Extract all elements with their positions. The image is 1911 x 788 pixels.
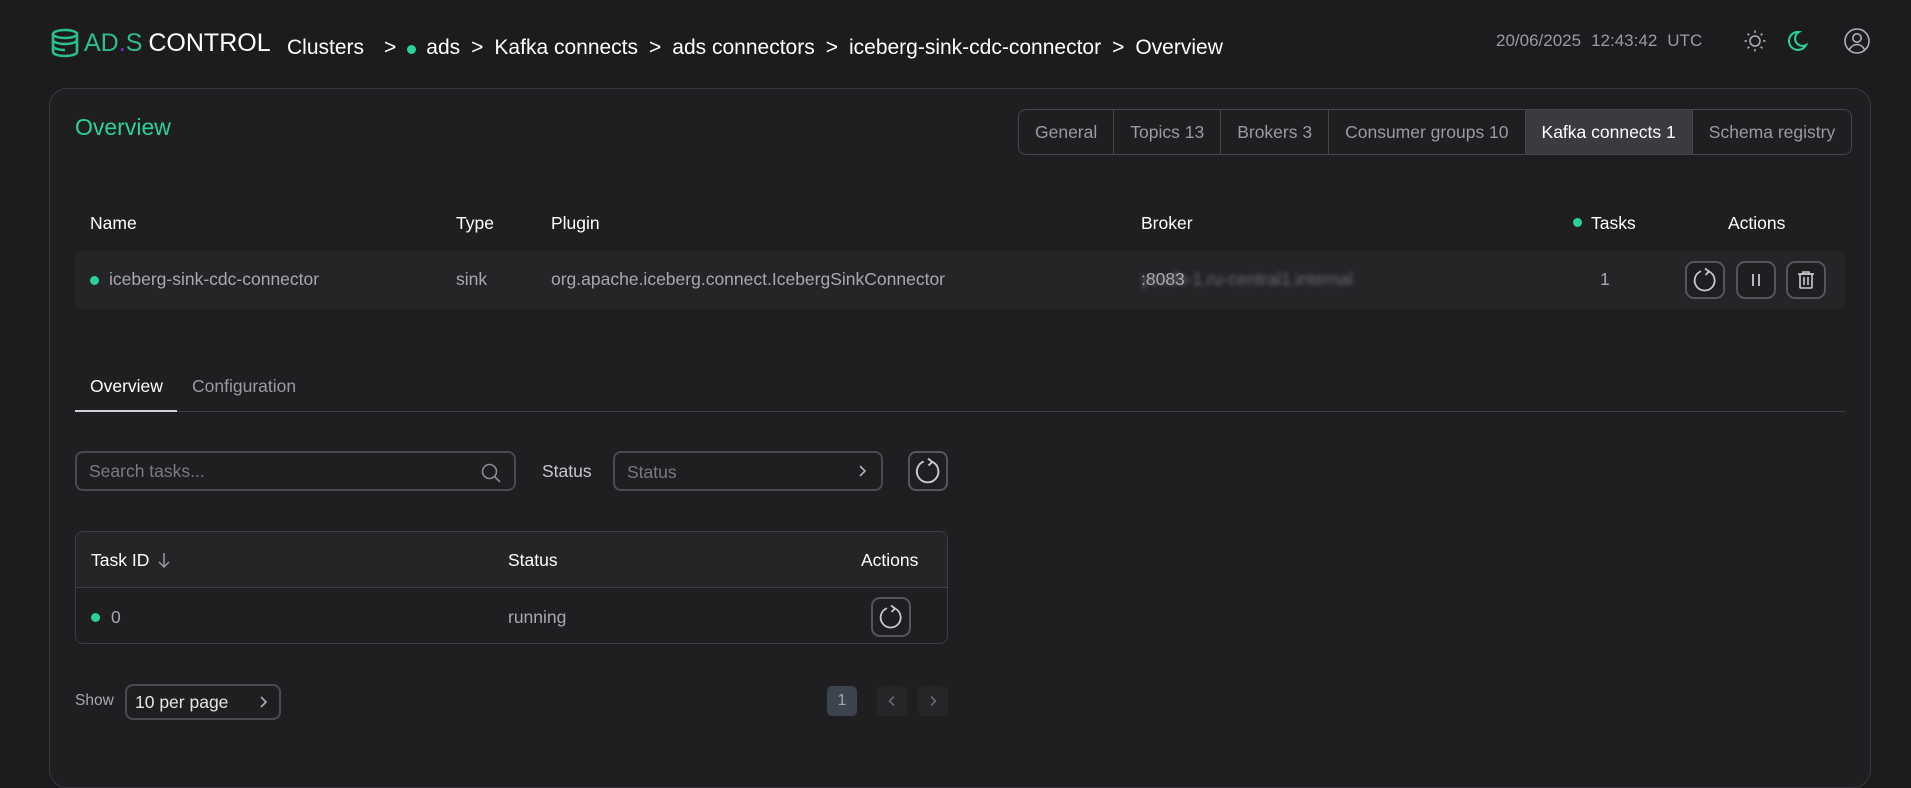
date-text: 20/06/2025 xyxy=(1496,31,1582,50)
tab-brokers[interactable]: Brokers 3 xyxy=(1221,110,1330,154)
restart-task-button[interactable] xyxy=(871,597,911,637)
top-bar: AD.S CONTROL Clusters > ads > Kafka conne… xyxy=(0,0,1911,88)
connector-tasks-count: 1 xyxy=(1600,269,1610,289)
active-subtab-indicator xyxy=(75,410,177,412)
status-select-placeholder: Status xyxy=(627,462,677,482)
column-header-actions: Actions xyxy=(861,550,919,570)
breadcrumb: Clusters > ads > Kafka connects > ads co… xyxy=(287,34,1223,62)
column-header-status: Status xyxy=(508,550,558,570)
cluster-sections-tabs: General Topics 13 Brokers 3 Consumer gro… xyxy=(1018,109,1853,155)
status-filter-label: Status xyxy=(542,461,592,481)
restart-icon xyxy=(879,604,902,629)
chevron-left-icon xyxy=(888,695,895,707)
breadcrumb-separator: > xyxy=(471,36,484,59)
chevron-right-icon xyxy=(859,465,867,477)
logo-ad: AD xyxy=(84,28,119,57)
theme-switcher xyxy=(1742,28,1810,54)
tasks-table-header: Task ID Status Actions xyxy=(76,532,947,588)
breadcrumb-separator: > xyxy=(825,36,838,59)
refresh-tasks-button[interactable] xyxy=(908,451,948,491)
sort-descending-icon[interactable] xyxy=(157,551,171,569)
trash-icon xyxy=(1798,271,1814,289)
status-filter-select[interactable]: Status xyxy=(613,451,883,491)
next-page-button[interactable] xyxy=(918,686,948,716)
breadcrumb-separator: > xyxy=(384,36,397,59)
task-status-dot xyxy=(91,613,100,622)
database-logo-icon xyxy=(51,28,79,58)
breadcrumb-kafka-connects[interactable]: Kafka connects xyxy=(494,36,638,60)
column-header-type: Type xyxy=(456,213,494,233)
sun-icon[interactable] xyxy=(1742,28,1768,54)
refresh-icon xyxy=(915,457,940,484)
breadcrumb-separator: > xyxy=(1112,36,1125,59)
column-header-plugin: Plugin xyxy=(551,213,600,233)
subtab-overview[interactable]: Overview xyxy=(90,376,163,397)
connector-row[interactable]: iceberg-sink-cdc-connector sink org.apac… xyxy=(75,251,1845,309)
connector-table-header: Name Type Plugin Broker Tasks Actions xyxy=(75,210,1845,234)
logo-text: AD.S CONTROL xyxy=(84,29,271,58)
tasks-status-dot xyxy=(1573,218,1582,227)
column-header-broker: Broker xyxy=(1141,213,1193,233)
chevron-right-icon xyxy=(930,695,937,707)
task-status: running xyxy=(508,607,567,627)
restart-connector-button[interactable] xyxy=(1685,261,1725,299)
tab-consumer-groups[interactable]: Consumer groups 10 xyxy=(1329,110,1526,154)
breadcrumb-cluster-ads[interactable]: ads xyxy=(407,36,460,60)
ads-control-logo[interactable]: AD.S CONTROL xyxy=(49,25,271,61)
tasks-table: Task ID Status Actions 0 running xyxy=(75,531,948,644)
moon-icon[interactable] xyxy=(1784,28,1810,54)
connector-status-dot xyxy=(90,276,99,285)
per-page-select[interactable]: 10 per page xyxy=(125,684,281,720)
connector-subtabs: Overview Configuration xyxy=(75,374,1845,412)
connector-name[interactable]: iceberg-sink-cdc-connector xyxy=(109,269,319,290)
logo-control: CONTROL xyxy=(148,28,271,57)
column-header-tasks: Tasks xyxy=(1591,213,1636,233)
broker-port: :8083 xyxy=(1141,269,1185,289)
breadcrumb-separator: > xyxy=(649,36,662,59)
main-panel xyxy=(49,88,1871,788)
tab-schema-registry[interactable]: Schema registry xyxy=(1693,110,1851,154)
page-number-button[interactable]: 1 xyxy=(827,686,857,716)
tab-kafka-connects[interactable]: Kafka connects 1 xyxy=(1525,110,1693,154)
breadcrumb-current: Overview xyxy=(1135,36,1223,59)
breadcrumb-connect-group[interactable]: ads connectors xyxy=(672,36,814,60)
tab-general[interactable]: General xyxy=(1019,110,1115,154)
breadcrumb-connector[interactable]: iceberg-sink-cdc-connector xyxy=(849,36,1101,60)
timezone-text: UTC xyxy=(1667,31,1703,50)
user-icon[interactable] xyxy=(1843,27,1871,55)
column-header-actions: Actions xyxy=(1728,213,1786,233)
show-label: Show xyxy=(75,692,114,709)
restart-icon xyxy=(1693,267,1716,292)
pause-connector-button[interactable] xyxy=(1736,261,1776,299)
time-text: 12:43:42 xyxy=(1591,31,1658,50)
column-header-task-id[interactable]: Task ID xyxy=(91,550,149,571)
table-row[interactable]: 0 running xyxy=(76,589,947,643)
breadcrumb-clusters[interactable]: Clusters xyxy=(287,36,364,60)
logo-dot: . xyxy=(118,28,126,57)
cluster-status-dot xyxy=(407,45,417,54)
delete-connector-button[interactable] xyxy=(1786,261,1826,299)
connector-plugin: org.apache.iceberg.connect.IcebergSinkCo… xyxy=(551,269,945,289)
page-title: Overview xyxy=(75,114,171,140)
task-id: 0 xyxy=(111,607,121,627)
search-input[interactable] xyxy=(89,461,469,482)
tab-topics[interactable]: Topics 13 xyxy=(1114,110,1222,154)
pause-icon xyxy=(1752,274,1760,286)
per-page-value: 10 per page xyxy=(135,692,229,712)
search-tasks-field[interactable] xyxy=(75,451,516,491)
chevron-right-icon xyxy=(260,696,268,708)
previous-page-button[interactable] xyxy=(877,686,907,716)
breadcrumb-cluster-label: ads xyxy=(426,36,461,59)
server-datetime: 20/06/2025 12:43:42 UTC xyxy=(1496,31,1702,51)
logo-s: S xyxy=(125,28,143,57)
search-icon xyxy=(481,463,501,483)
subtab-configuration[interactable]: Configuration xyxy=(192,376,296,397)
column-header-name: Name xyxy=(90,213,137,233)
connector-type: sink xyxy=(456,269,488,289)
